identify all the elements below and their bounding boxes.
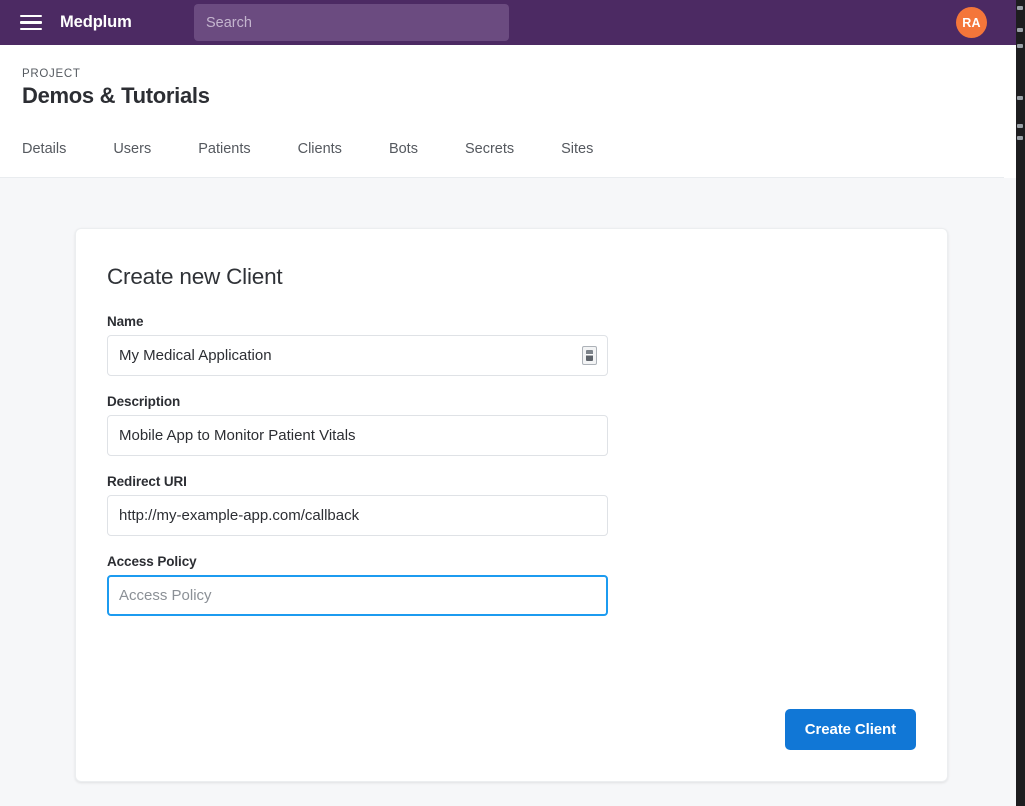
tab-users[interactable]: Users [113, 133, 151, 165]
autofill-card-icon[interactable] [582, 346, 597, 365]
field-access-policy: Access Policy [107, 554, 608, 616]
scroll-mark[interactable] [1017, 6, 1023, 10]
card-title: Create new Client [107, 264, 283, 289]
window-edge-strip [1004, 0, 1025, 806]
brand-logo[interactable]: Medplum [60, 13, 132, 32]
create-client-form: Name Description Redirect URI Access Pol… [107, 314, 608, 634]
window-border [1016, 0, 1025, 806]
description-input[interactable] [107, 415, 608, 456]
field-redirect-uri: Redirect URI [107, 474, 608, 536]
autofill-card-glyph [586, 350, 593, 361]
access-policy-input[interactable] [107, 575, 608, 616]
field-label-access-policy: Access Policy [107, 554, 197, 569]
create-client-button[interactable]: Create Client [784, 709, 916, 750]
tab-patients[interactable]: Patients [198, 133, 250, 165]
tab-bots[interactable]: Bots [389, 133, 418, 165]
field-label-redirect-uri: Redirect URI [107, 474, 187, 489]
create-client-card: Create new Client Name Description Redir… [75, 228, 948, 782]
hamburger-menu-icon[interactable] [20, 12, 46, 34]
tab-sites[interactable]: Sites [561, 133, 593, 165]
tab-clients[interactable]: Clients [298, 133, 342, 165]
hamburger-line [20, 14, 42, 18]
breadcrumb-eyebrow: PROJECT [22, 68, 81, 80]
top-navigation-bar: Medplum RA [0, 0, 1004, 45]
tab-bar: Details Users Patients Clients Bots Secr… [22, 133, 593, 165]
edge-header-continuation [1004, 45, 1016, 178]
hamburger-line [20, 27, 42, 31]
hamburger-line [20, 21, 42, 24]
card-footer: Create Client [784, 709, 916, 750]
tab-secrets[interactable]: Secrets [465, 133, 514, 165]
field-description: Description [107, 394, 608, 456]
edge-topbar-continuation [1004, 0, 1016, 45]
scroll-mark[interactable] [1017, 136, 1023, 140]
tab-details[interactable]: Details [22, 133, 66, 165]
name-input[interactable] [107, 335, 608, 376]
scroll-mark[interactable] [1017, 44, 1023, 48]
scroll-mark[interactable] [1017, 96, 1023, 100]
scroll-mark[interactable] [1017, 124, 1023, 128]
field-label-name: Name [107, 314, 144, 329]
app-viewport: Medplum RA PROJECT Demos & Tutorials Det… [0, 0, 1004, 806]
scroll-mark[interactable] [1017, 28, 1023, 32]
page-header: PROJECT Demos & Tutorials Details Users … [0, 45, 1004, 178]
search-input[interactable] [194, 4, 509, 41]
redirect-uri-input[interactable] [107, 495, 608, 536]
field-name: Name [107, 314, 608, 376]
edge-content-continuation [1004, 178, 1016, 806]
field-label-description: Description [107, 394, 181, 409]
page-title: Demos & Tutorials [22, 83, 210, 108]
main-content: Create new Client Name Description Redir… [0, 178, 1004, 806]
avatar[interactable]: RA [956, 7, 987, 38]
